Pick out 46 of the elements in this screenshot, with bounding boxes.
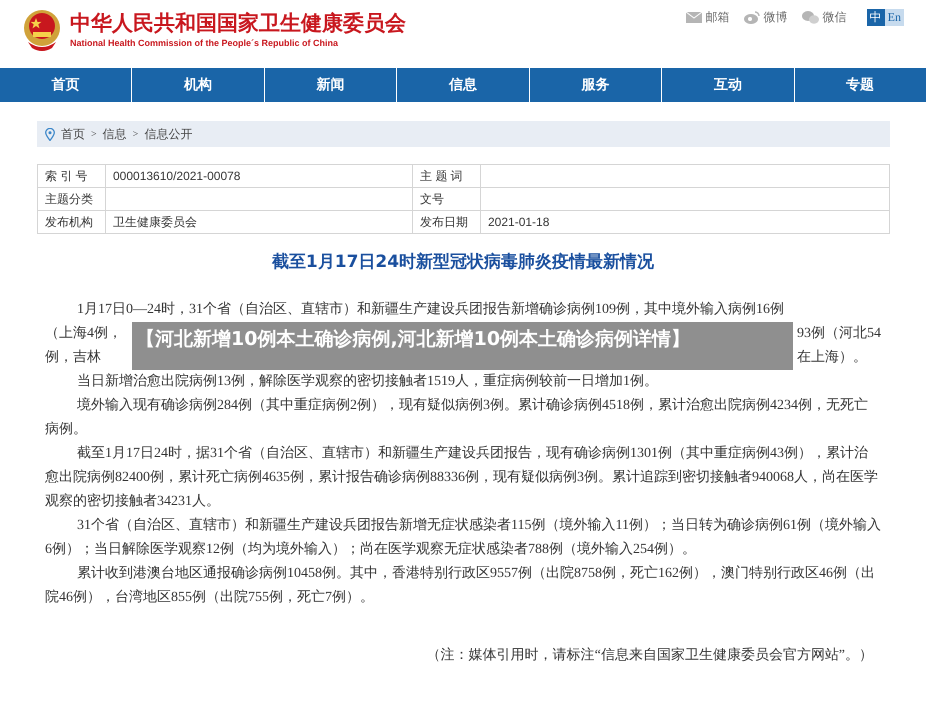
meta-label: 发布机构	[38, 210, 106, 234]
headline-banner: 【河北新增10例本土确诊病例,河北新增10例本土确诊病例详情】	[132, 322, 793, 370]
site-title: 中华人民共和国国家卫生健康委员会	[70, 10, 406, 38]
eye-logo-icon	[744, 10, 760, 24]
paragraph-line: 在上海）。	[797, 348, 868, 366]
nav-item[interactable]: 新闻	[264, 68, 396, 102]
share-link[interactable]: 邮箱	[686, 8, 730, 26]
breadcrumb-separator: >	[91, 128, 97, 142]
meta-label: 发布日期	[412, 210, 480, 234]
nav-item[interactable]: 互动	[661, 68, 794, 102]
breadcrumb-link[interactable]: 首页	[61, 125, 85, 143]
breadcrumb-link[interactable]: 信息公开	[144, 125, 192, 143]
article-paragraph: 累计收到港澳台地区通报确诊病例10458例。其中，香港特别行政区9557例（出院8758例，死亡162例），澳门特别行政区46例（出院46例），台湾地区855例（出院755例，死亡7例）。	[45, 564, 876, 606]
share-link[interactable]: 微信	[802, 8, 847, 26]
site-subtitle: National Health Commission of the People´s Republic of China	[70, 37, 340, 50]
meta-label: 文号	[412, 188, 480, 210]
article-paragraph: 31个省（自治区、直辖市）和新疆生产建设兵团报告新增无症状感染者115例（境外输入11例）；当日转为确诊病例61例（境外输入6例）；当日解除医学观察12例（均为境外输入）；尚在医学观察无症状感染者788例（境外输入254例）。	[45, 516, 881, 558]
source-note: （注：媒体引用时，请标注“信息来自国家卫生健康委员会官方网站”。）	[426, 646, 874, 664]
nav-item[interactable]: 信息	[396, 68, 529, 102]
meta-label: 主 题 词	[412, 164, 480, 188]
location-pin-icon	[45, 128, 55, 140]
nav-item[interactable]: 首页	[0, 68, 132, 102]
breadcrumb-separator: >	[132, 128, 138, 142]
nav-item[interactable]: 专题	[794, 68, 926, 102]
paragraph-line: 例，吉林	[45, 348, 102, 366]
emblem-icon	[22, 8, 62, 52]
meta-value: 卫生健康委员会	[106, 210, 412, 234]
article-paragraph: 截至1月17日24时，据31个省（自治区、直辖市）和新疆生产建设兵团报告，现有确诊病例1301例（其中重症病例43例），累计治愈出院病例82400例，累计死亡病例4635例，累计报告确诊病例88336例，现有疑似病例3例。累计追踪到密切接触者940068人，尚在医学观察的密切接触者34231人。	[45, 444, 879, 510]
meta-label: 主题分类	[38, 188, 106, 210]
meta-value: 000013610/2021-00078	[106, 164, 412, 188]
chat-bubbles-icon	[802, 10, 819, 24]
paragraph-line: 93例（河北54	[797, 324, 881, 342]
share-link[interactable]: 微博	[744, 8, 788, 26]
article-title: 截至1月17日24时新型冠状病毒肺炎疫情最新情况	[270, 251, 656, 274]
nav-item[interactable]: 服务	[528, 68, 662, 102]
meta-label: 索 引 号	[38, 164, 106, 188]
paragraph-line: 1月17日0—24时，31个省（自治区、直辖市）和新疆生产建设兵团报告新增确诊病例109例，其中境外输入病例16例	[76, 300, 785, 318]
breadcrumb-link[interactable]: 信息	[102, 125, 127, 143]
meta-value: 2021-01-18	[480, 210, 890, 234]
article-paragraph: 当日新增治愈出院病例13例，解除医学观察的密切接触者1519人，重症病例较前一日增加1例。	[76, 372, 659, 390]
language-toggle[interactable]: 中	[866, 8, 885, 26]
paragraph-line: （上海4例，	[45, 324, 123, 342]
language-toggle[interactable]: En	[884, 8, 904, 26]
envelope-icon	[686, 12, 702, 22]
article-paragraph: 境外输入现有确诊病例284例（其中重症病例2例），现有疑似病例3例。累计确诊病例4518例，累计治愈出院病例4234例，无死亡病例。	[45, 396, 869, 438]
nav-item[interactable]: 机构	[131, 68, 264, 102]
